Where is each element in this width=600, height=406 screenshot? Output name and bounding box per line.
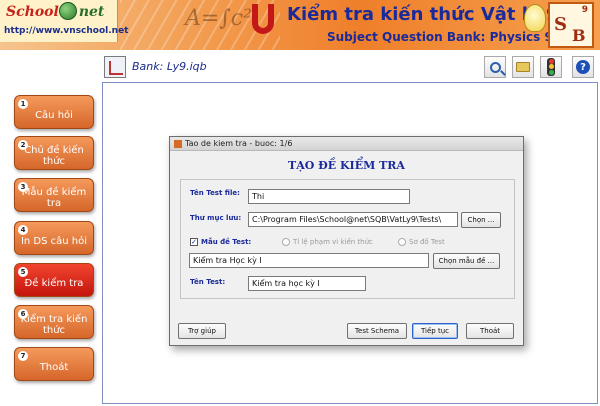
dialog-app-icon (174, 139, 182, 148)
logo-net-text: net (78, 4, 105, 20)
menu-item-number: 3 (18, 182, 28, 192)
template-checkbox-label: Mẫu đề Test: (201, 238, 252, 246)
radio-knowledge-ratio[interactable] (282, 238, 290, 246)
banner-formula: A=∫c² (185, 6, 252, 31)
globe-icon (59, 2, 77, 20)
traffic-light-button[interactable] (540, 56, 562, 78)
search-icon (489, 61, 501, 73)
logo-text: School net (6, 4, 104, 20)
radio-test-schema[interactable] (398, 238, 406, 246)
test-schema-button[interactable]: Test Schema (347, 323, 407, 339)
template-input[interactable]: Kiểm tra Học kỳ I (189, 253, 429, 268)
open-folder-button[interactable] (512, 56, 534, 78)
school-logo: School net http://www.vnschool.net (0, 0, 128, 42)
menu-item-number: 6 (18, 309, 28, 319)
search-button[interactable] (484, 56, 506, 78)
menu-item-number: 5 (18, 267, 28, 277)
header-banner: School net http://www.vnschool.net A=∫c² … (0, 0, 600, 50)
sqb-badge: 9 S B (548, 2, 594, 48)
template-checkbox[interactable]: ✓ (190, 238, 198, 246)
menu-item-in-ds[interactable]: 4 In DS câu hỏi (14, 221, 94, 255)
test-file-label: Tên Test file: (190, 189, 240, 197)
folder-input[interactable]: C:\Program Files\School@net\SQB\VatLy9\T… (248, 212, 458, 227)
menu-item-number: 1 (18, 99, 28, 109)
menu-item-mau-de[interactable]: 3 Mẫu đề kiểm tra (14, 178, 94, 212)
app-subtitle: Subject Question Bank: Physics 9 (327, 30, 553, 44)
menu-item-chu-de[interactable]: 2 Chủ đề kiến thức (14, 136, 94, 170)
help-dialog-button[interactable]: Trợ giúp (178, 323, 226, 339)
help-button[interactable]: ? (572, 56, 594, 78)
badge-number: 9 (581, 5, 588, 15)
bank-icon[interactable] (104, 56, 126, 78)
menu-item-number: 7 (18, 351, 28, 361)
badge-s: S (554, 14, 567, 35)
app-title: Kiểm tra kiến thức Vật lý 9 (287, 4, 559, 25)
menu-item-number: 4 (18, 225, 28, 235)
dialog-heading: TẠO ĐỀ KIỂM TRA (288, 159, 405, 172)
menu-item-de-kiem-tra[interactable]: 5 Đề kiểm tra (14, 263, 94, 297)
toolbar: Bank: Ly9.iqb ? (102, 54, 600, 80)
dialog-titlebar[interactable]: Tao de kiem tra - buoc: 1/6 (170, 137, 523, 151)
light-bulb-icon (524, 4, 546, 32)
folder-icon (516, 62, 530, 72)
badge-b: B (572, 26, 586, 45)
next-button[interactable]: Tiếp tục (412, 323, 458, 339)
logo-school-text: School (6, 4, 59, 20)
menu-item-label: In DS câu hỏi (20, 235, 88, 247)
test-file-input[interactable]: Thi (248, 189, 410, 204)
magnet-icon (252, 4, 274, 34)
radio-knowledge-ratio-label: Tỉ lệ phạm vi kiến thức (293, 238, 373, 246)
dialog-title: Tao de kiem tra - buoc: 1/6 (185, 139, 293, 148)
bank-label: Bank: Ly9.iqb (132, 60, 207, 73)
menu-item-label: Thoát (39, 361, 69, 373)
menu-item-label: Câu hỏi (35, 109, 73, 121)
menu-item-number: 2 (18, 140, 28, 150)
traffic-light-icon (547, 58, 555, 76)
test-name-label: Tên Test: (190, 278, 226, 286)
website-url: http://www.vnschool.net (4, 26, 129, 36)
help-icon: ? (576, 60, 590, 74)
choose-template-button[interactable]: Chọn mẫu đề ... (433, 253, 500, 269)
menu-item-label: Đề kiểm tra (24, 277, 84, 289)
menu-item-cau-hoi[interactable]: 1 Câu hỏi (14, 95, 94, 129)
menu-item-kiem-tra-kien-thuc[interactable]: 6 Kiểm tra kiến thức (14, 305, 94, 339)
test-name-input[interactable]: Kiểm tra học kỳ I (248, 276, 366, 291)
choose-folder-button[interactable]: Chọn ... (461, 212, 501, 228)
create-test-dialog: Tao de kiem tra - buoc: 1/6 TẠO ĐỀ KIỂM … (169, 136, 524, 346)
radio-test-schema-label: Sơ đồ Test (409, 238, 445, 246)
exit-dialog-button[interactable]: Thoát (466, 323, 514, 339)
folder-label: Thư mục lưu: (190, 214, 242, 222)
menu-item-thoat[interactable]: 7 Thoát (14, 347, 94, 381)
